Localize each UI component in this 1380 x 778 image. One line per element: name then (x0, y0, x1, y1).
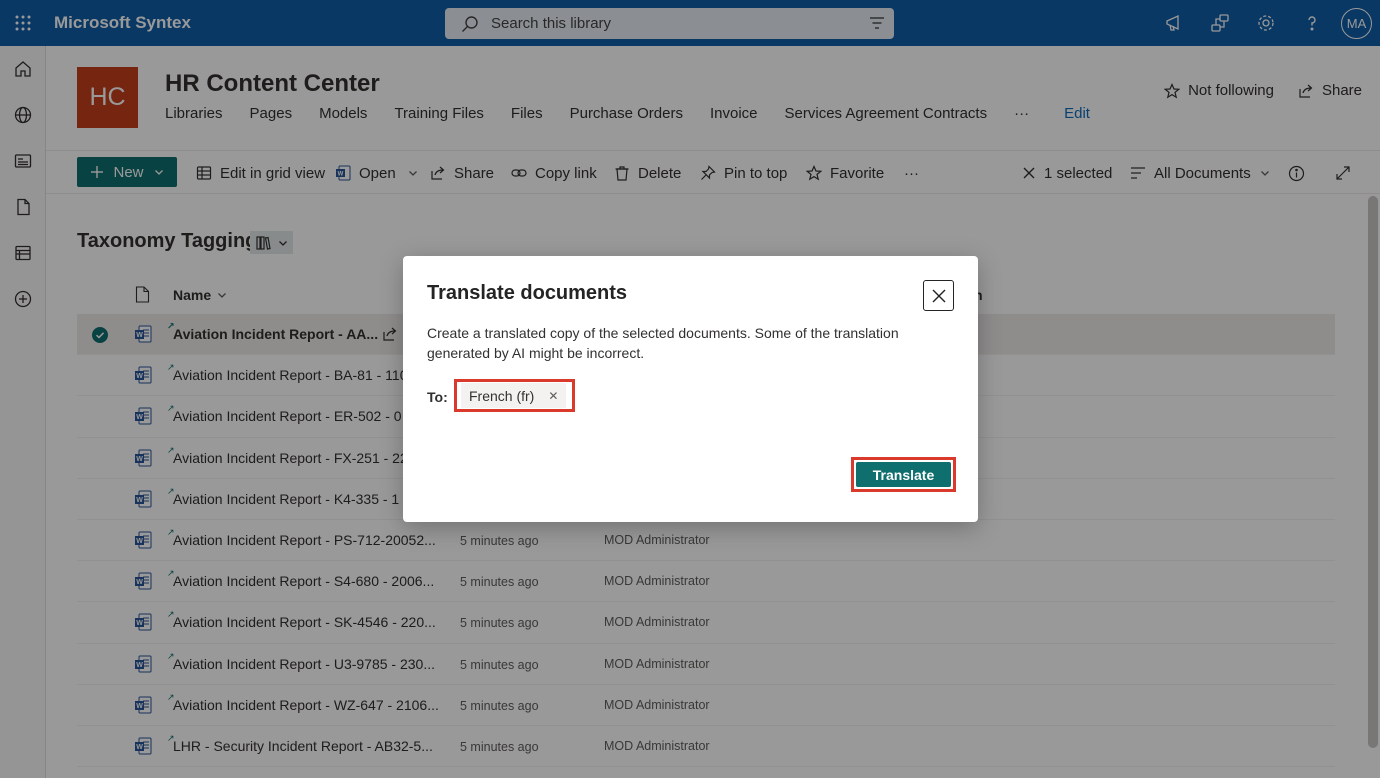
translate-button-highlight: Translate (851, 457, 956, 492)
dialog-description: Create a translated copy of the selected… (427, 325, 899, 361)
close-icon (932, 289, 945, 302)
translate-button[interactable]: Translate (856, 462, 951, 487)
language-chip-label: French (fr) (469, 387, 535, 404)
language-picker[interactable]: French (fr) ✕ (454, 379, 575, 412)
remove-language-icon[interactable]: ✕ (548, 389, 558, 403)
dialog-title: Translate documents (427, 282, 628, 304)
close-button[interactable] (923, 280, 954, 311)
to-label: To: (427, 389, 448, 405)
language-chip: French (fr) ✕ (461, 383, 567, 408)
translate-dialog: Translate documents Create a translated … (403, 256, 978, 522)
